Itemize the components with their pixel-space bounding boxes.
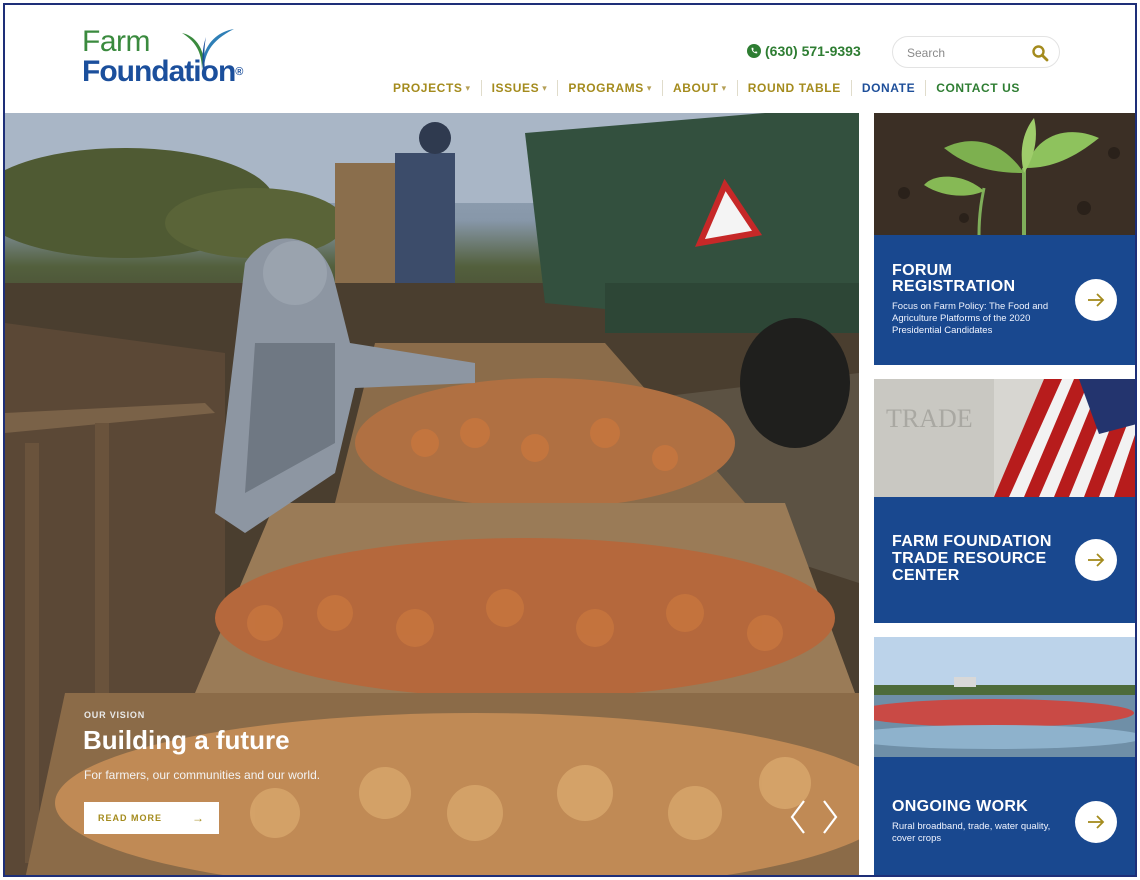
nav-projects[interactable]: PROJECTS ▾ [383,81,481,95]
nav-about[interactable]: ABOUT ▾ [663,81,737,95]
card-forum-registration[interactable]: FORUM REGISTRATION Focus on Farm Policy:… [874,113,1135,365]
read-more-button[interactable]: READ MORE → [84,802,219,834]
logo[interactable]: Farm Foundation® [82,27,262,101]
arrow-right-icon [1088,293,1105,307]
arrow-right-icon: → [192,811,205,825]
card-image [874,113,1135,235]
card-body: FORUM REGISTRATION Focus on Farm Policy:… [874,235,1135,365]
slider-prev-icon[interactable] [786,797,810,837]
arrow-right-icon [1088,815,1105,829]
slider-next-icon[interactable] [818,797,842,837]
hero-subtitle: For farmers, our communities and our wor… [84,768,321,782]
card-text: Rural broadband, trade, water quality, c… [892,821,1051,844]
card-arrow-button[interactable] [1075,801,1117,843]
card-body: ONGOING WORK Rural broadband, trade, wat… [874,757,1135,875]
chevron-down-icon: ▾ [542,82,548,93]
seedling-image [874,113,1135,235]
card-image [874,637,1135,757]
phone-number[interactable]: (630) 571-9393 [747,43,861,59]
site-header: Farm Foundation® (630) 571-9393 PROJE [5,5,1135,113]
nav-contact-us[interactable]: CONTACT US [926,81,1030,95]
card-arrow-button[interactable] [1075,279,1117,321]
cranberry-bog-image [874,637,1135,757]
nav-round-table[interactable]: ROUND TABLE [738,81,851,95]
card-image: TRADE [874,379,1135,497]
card-title: FORUM REGISTRATION [892,262,1016,295]
nav-donate[interactable]: DONATE [852,81,925,95]
card-trade-resource-center[interactable]: TRADE FARM FOUNDATION TRADE RESOURCE CEN… [874,379,1135,623]
strip-green [574,875,859,877]
arrow-right-icon [1088,553,1105,567]
main-nav: PROJECTS ▾ ISSUES ▾ PROGRAMS ▾ ABOUT ▾ ROUND… [383,75,1030,101]
hero-image [5,113,859,875]
phone-icon [747,44,761,58]
card-text: Focus on Farm Policy: The Food and Agric… [892,301,1049,336]
card-title: ONGOING WORK [892,798,1029,815]
svg-text:TRADE: TRADE [886,404,973,433]
strip-gold [290,875,575,877]
hero-title: Building a future [83,725,290,755]
search-box [892,36,1060,68]
chevron-down-icon: ▾ [646,82,652,93]
nav-programs[interactable]: PROGRAMS ▾ [558,81,662,95]
page-frame: Farm Foundation® (630) 571-9393 PROJE [3,3,1137,877]
card-title: FARM FOUNDATION TRADE RESOURCE CENTER [892,533,1052,584]
card-arrow-button[interactable] [1075,539,1117,581]
strip-blue [5,875,290,877]
card-ongoing-work[interactable]: ONGOING WORK Rural broadband, trade, wat… [874,637,1135,875]
chevron-down-icon: ▾ [721,82,727,93]
color-strip [5,875,859,877]
chevron-down-icon: ▾ [465,82,471,93]
nav-issues[interactable]: ISSUES ▾ [482,81,558,95]
hero-slider: OUR VISION Building a future For farmers… [5,113,859,875]
feature-cards: FORUM REGISTRATION Focus on Farm Policy:… [874,113,1135,875]
search-icon[interactable] [1031,44,1049,62]
search-input[interactable] [907,43,1017,63]
leaf-logo-icon [182,29,234,71]
hero-eyebrow: OUR VISION [84,710,146,720]
flag-trade-image: TRADE [874,379,1135,497]
card-body: FARM FOUNDATION TRADE RESOURCE CENTER [874,497,1135,623]
